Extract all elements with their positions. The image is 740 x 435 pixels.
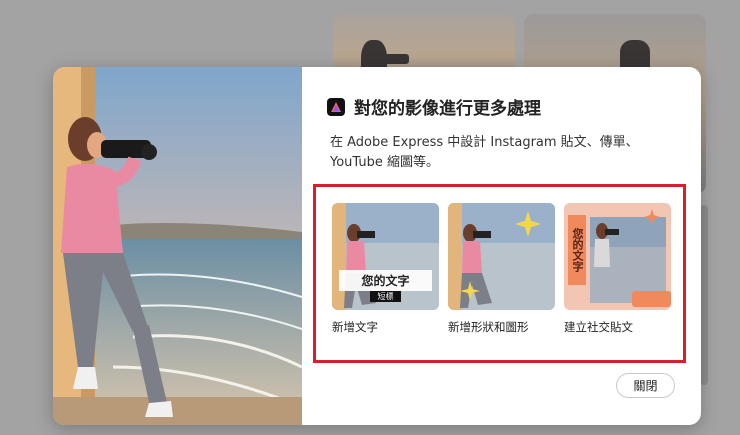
dialog-description: 在 Adobe Express 中設計 Instagram 貼文、傳單、YouT… bbox=[330, 135, 639, 170]
option-add-text-label: 新增文字 bbox=[332, 320, 378, 334]
thumb-text-box: 您的文字 bbox=[339, 270, 432, 291]
thumb-subtext-box: 短標 bbox=[370, 291, 401, 302]
option-social-post-thumbnail[interactable]: 您的文字 bbox=[564, 203, 671, 310]
more-editing-dialog: 對您的影像進行更多處理 在 Adobe Express 中設計 Instagra… bbox=[53, 67, 701, 425]
option-social-post-label: 建立社交貼文 bbox=[564, 320, 633, 334]
option-add-shapes-thumbnail[interactable] bbox=[448, 203, 555, 310]
thumb-vertical-text: 您的文字 bbox=[568, 215, 586, 285]
option-add-shapes[interactable]: 新增形狀和圖形 bbox=[448, 203, 555, 335]
option-add-text[interactable]: 您的文字 短標 新增文字 bbox=[332, 203, 439, 335]
background-image-tile bbox=[700, 205, 708, 385]
option-social-post[interactable]: 您的文字 建立社交貼文 bbox=[564, 203, 671, 335]
adobe-express-logo-icon bbox=[327, 97, 345, 116]
option-add-text-thumbnail[interactable]: 您的文字 短標 bbox=[332, 203, 439, 310]
dialog-content: 對您的影像進行更多處理 在 Adobe Express 中設計 Instagra… bbox=[302, 67, 701, 425]
dialog-header: 對您的影像進行更多處理 bbox=[327, 94, 541, 119]
close-button[interactable]: 關閉 bbox=[616, 373, 675, 398]
option-add-shapes-label: 新增形狀和圖形 bbox=[448, 320, 529, 334]
dialog-title: 對您的影像進行更多處理 bbox=[354, 99, 541, 119]
hero-image bbox=[53, 67, 303, 425]
